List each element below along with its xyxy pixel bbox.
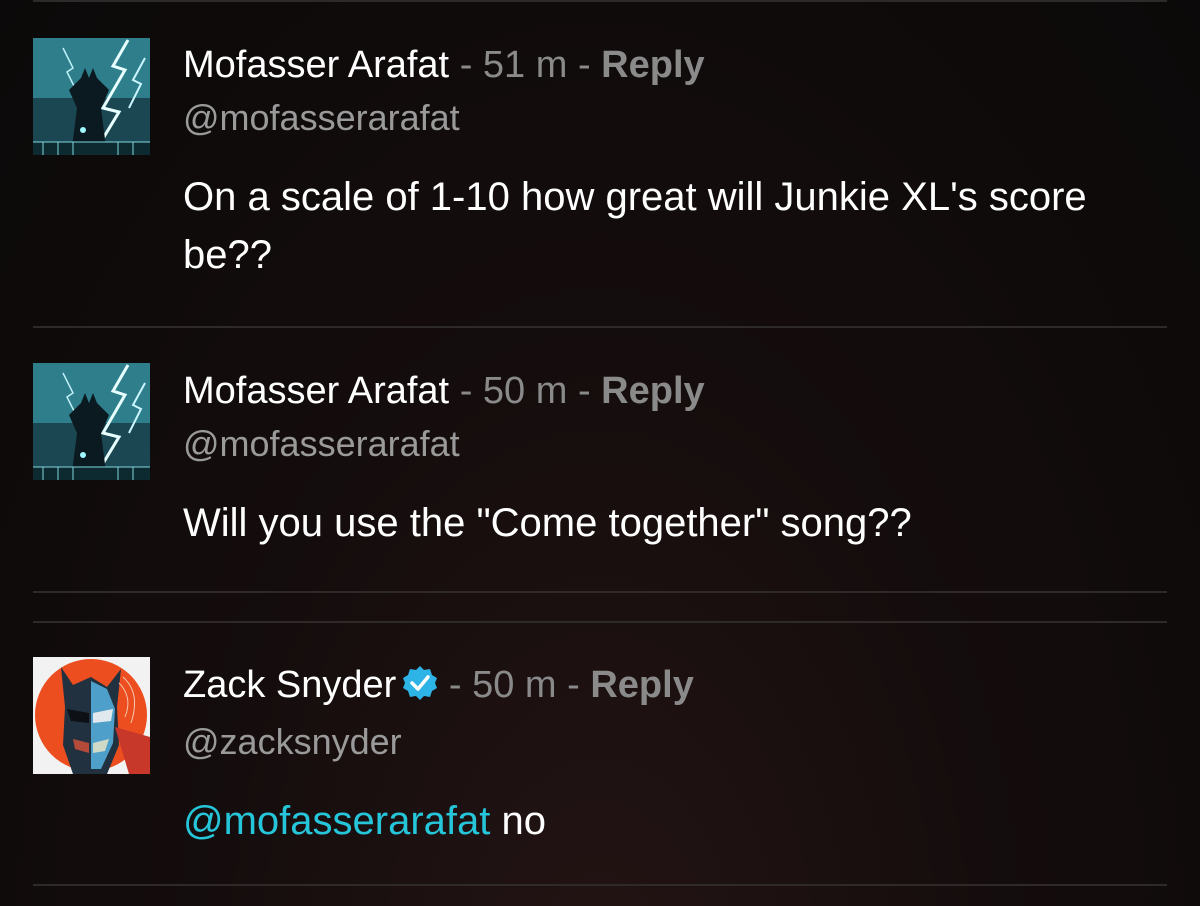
mention-link[interactable]: @mofasserarafat [183,799,490,843]
divider [33,884,1167,886]
separator: - [567,664,580,706]
author-handle[interactable]: @zacksnyder [183,720,1167,764]
author-handle[interactable]: @mofasserarafat [183,96,1167,140]
comment-text: On a scale of 1-10 how great will Junkie… [183,175,1087,277]
author-name[interactable]: Mofasser Arafat [183,370,449,412]
reply-button[interactable]: Reply [601,44,704,86]
separator: - [448,664,462,706]
avatar[interactable] [33,38,150,155]
reply-button[interactable]: Reply [601,370,704,412]
timestamp: 50 m [472,664,557,706]
separator: - [459,370,473,412]
divider [33,326,1167,328]
avatar[interactable] [33,657,150,774]
separator: - [459,44,473,86]
comment-text: @mofasserarafat no [183,792,1167,850]
timestamp: 51 m [482,44,568,86]
comment-text: Will you use the "Come together" song?? [183,501,912,545]
reply-button[interactable]: Reply [590,664,693,706]
author-name[interactable]: Zack Snyder [183,664,396,706]
batman-lightning-avatar-icon [33,363,150,480]
separator: - [577,370,591,412]
separator: - [577,44,591,86]
comment-header: Mofasser Arafat - 50 m - Reply [183,368,1167,414]
batman-lightning-avatar-icon [33,38,150,155]
verified-badge-icon [402,665,438,712]
divider [33,0,1167,2]
author-name[interactable]: Mofasser Arafat [183,44,449,86]
timestamp: 50 m [482,370,568,412]
comment-header: Mofasser Arafat - 51 m - Reply [183,42,1167,88]
divider [33,591,1167,593]
author-handle[interactable]: @mofasserarafat [183,422,1167,466]
painted-mask-avatar-icon [33,657,150,774]
avatar[interactable] [33,363,150,480]
divider [33,621,1167,623]
comment-header: Zack Snyder - 50 m - Reply [183,662,1167,712]
comment-text-body: no [501,799,547,843]
